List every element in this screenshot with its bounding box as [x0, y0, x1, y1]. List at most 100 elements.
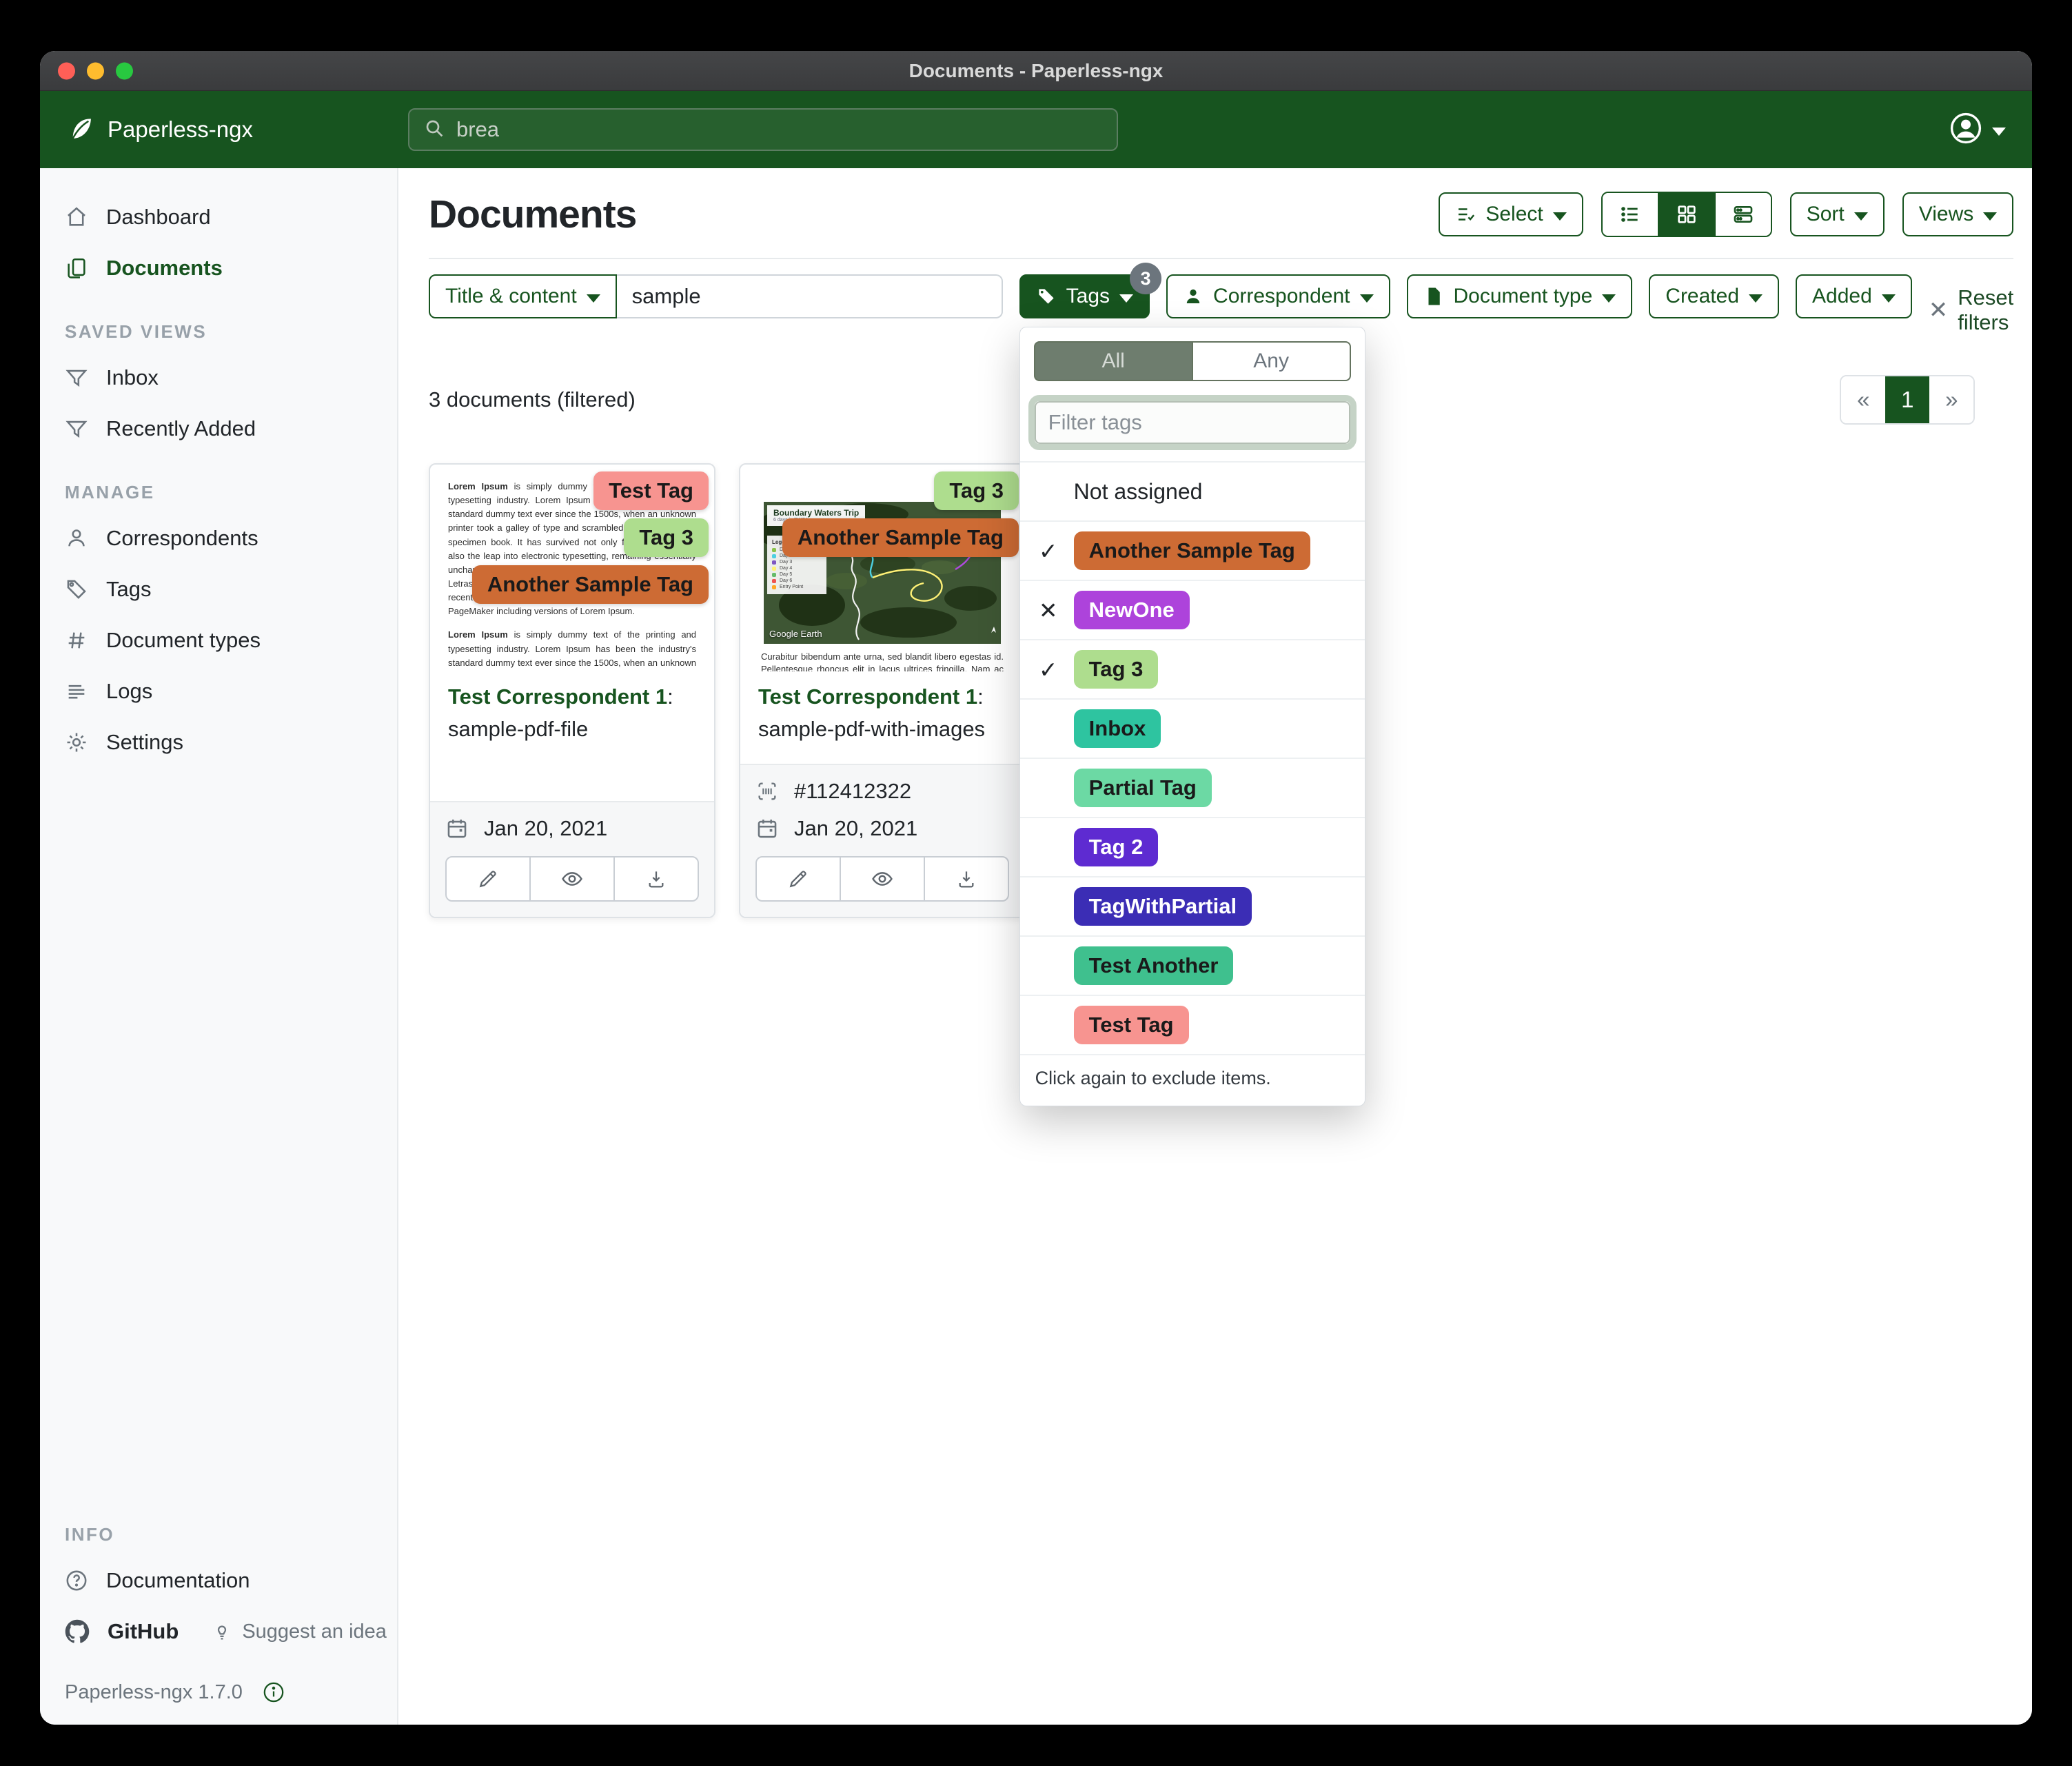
app-name: Paperless-ngx [108, 116, 253, 143]
pagination-next-button[interactable]: » [1929, 376, 1973, 423]
document-tag-pill[interactable]: Another Sample Tag [472, 565, 709, 604]
sidebar-item-tags[interactable]: Tags [40, 564, 397, 615]
document-card[interactable]: Test TagTag 3Another Sample Tag Lorem Ip… [429, 463, 715, 918]
view-grid-button[interactable] [1658, 193, 1714, 236]
view-document-button[interactable] [840, 857, 924, 900]
edit-document-button[interactable] [447, 857, 529, 900]
tag-option[interactable]: TagWithPartial [1020, 876, 1365, 935]
view-document-button[interactable] [529, 857, 613, 900]
filter-icon [65, 366, 88, 389]
tag-option[interactable]: Tag 2 [1020, 817, 1365, 876]
sidebar-item-documents[interactable]: Documents [40, 243, 397, 294]
added-filter-button[interactable]: Added [1796, 274, 1912, 318]
map-legend-row: Day 5 [772, 572, 822, 577]
sidebar-item-github[interactable]: GitHub [40, 1606, 179, 1657]
tag-option[interactable]: ✓Tag 3 [1020, 639, 1365, 698]
document-type-filter-button[interactable]: Document type [1407, 274, 1633, 318]
lightbulb-icon [212, 1621, 232, 1642]
tag-pill: Tag 3 [1074, 650, 1159, 689]
sidebar-item-dashboard[interactable]: Dashboard [40, 192, 397, 243]
manage-section-label: MANAGE [40, 454, 397, 513]
search-field-selector[interactable]: Title & content [429, 274, 617, 318]
global-search-input[interactable]: brea [408, 108, 1118, 151]
download-document-button[interactable] [613, 857, 698, 900]
sidebar-item-settings[interactable]: Settings [40, 717, 397, 768]
sidebar-item-recently-added[interactable]: Recently Added [40, 403, 397, 454]
sidebar-item-documentation[interactable]: Documentation [40, 1555, 397, 1606]
view-table-button[interactable] [1603, 193, 1658, 236]
tags-logic-toggle: All Any [1020, 341, 1365, 395]
chevron-down-icon [1119, 294, 1133, 303]
sidebar-item-logs[interactable]: Logs [40, 666, 397, 717]
tag-option[interactable]: Test Tag [1020, 995, 1365, 1054]
close-icon: ✕ [1929, 296, 1949, 324]
correspondent-filter-button[interactable]: Correspondent [1166, 274, 1390, 318]
main-content: Documents Select [398, 168, 2032, 1725]
window-title: Documents - Paperless-ngx [909, 60, 1164, 82]
sidebar-item-correspondents[interactable]: Correspondents [40, 513, 397, 564]
tag-option[interactable]: Test Another [1020, 935, 1365, 995]
document-count: 3 documents (filtered) [429, 387, 636, 412]
tag-option[interactable]: Inbox [1020, 698, 1365, 758]
select-button[interactable]: Select [1439, 192, 1583, 236]
document-tag-pill[interactable]: Test Tag [593, 471, 709, 510]
document-tag-pill[interactable]: Another Sample Tag [782, 518, 1019, 557]
document-tag-pill[interactable]: Tag 3 [624, 518, 709, 557]
suggest-idea-link[interactable]: Suggest an idea [212, 1621, 387, 1643]
account-menu[interactable] [1949, 112, 2006, 148]
pagination-page-1-button[interactable]: 1 [1885, 376, 1929, 423]
chevron-down-icon [1854, 212, 1868, 221]
zoom-window-button[interactable] [116, 62, 133, 79]
sidebar-item-inbox[interactable]: Inbox [40, 352, 397, 403]
brand[interactable]: Paperless-ngx [66, 114, 408, 146]
hash-icon [65, 629, 88, 652]
tags-filter-dropdown: All Any Filter tags Not assigned ✓Anothe… [1019, 327, 1365, 1106]
tag-option-not-assigned[interactable]: Not assigned [1020, 461, 1365, 520]
app-window: Documents - Paperless-ngx Paperless-ngx … [40, 51, 2032, 1725]
check-icon: ✓ [1034, 538, 1063, 565]
chevron-down-icon [1882, 294, 1896, 303]
document-title[interactable]: Test Correspondent 1: sample-pdf-file [430, 671, 714, 801]
document-card-footer: #112412322 Jan 20, 2021 [740, 764, 1024, 917]
tag-option[interactable]: Partial Tag [1020, 758, 1365, 817]
document-tag-pill[interactable]: Tag 3 [934, 471, 1019, 510]
filter-tags-input-focus-ring: Filter tags [1028, 395, 1357, 450]
chevron-down-icon [1602, 294, 1616, 303]
filter-tags-input[interactable]: Filter tags [1035, 401, 1350, 444]
sort-button[interactable]: Sort [1790, 192, 1885, 236]
eye-icon [560, 867, 584, 891]
filter-icon [65, 417, 88, 440]
pencil-icon [477, 868, 499, 890]
dropdown-footer-note: Click again to exclude items. [1020, 1054, 1365, 1106]
documents-icon [65, 256, 88, 280]
chevron-down-icon [1360, 294, 1374, 303]
tag-option[interactable]: ✕NewOne [1020, 580, 1365, 639]
tags-filter-button[interactable]: Tags 3 [1019, 274, 1150, 318]
tags-logic-any-button[interactable]: Any [1192, 341, 1351, 381]
minimize-window-button[interactable] [87, 62, 104, 79]
sidebar: Dashboard Documents SAVED VIEWS Inbox Re… [40, 168, 398, 1725]
search-field-group: Title & content sample [429, 274, 1003, 318]
created-filter-button[interactable]: Created [1649, 274, 1779, 318]
filter-query-input[interactable]: sample [617, 274, 1003, 318]
chevron-down-icon [1992, 128, 2006, 136]
edit-document-button[interactable] [757, 857, 840, 900]
reset-filters-button[interactable]: ✕ Reset filters [1929, 285, 2013, 335]
document-title[interactable]: Test Correspondent 1: sample-pdf-with-im… [740, 671, 1024, 764]
views-button[interactable]: Views [1902, 192, 2013, 236]
close-window-button[interactable] [58, 62, 75, 79]
pagination-prev-button[interactable]: « [1841, 376, 1885, 423]
chevron-down-icon [1983, 212, 1997, 221]
sidebar-item-document-types[interactable]: Document types [40, 615, 397, 666]
tag-pill: Partial Tag [1074, 769, 1212, 807]
view-detail-button[interactable] [1714, 193, 1771, 236]
download-document-button[interactable] [924, 857, 1008, 900]
document-card[interactable]: Tag 3 Another Sample Tag [739, 463, 1026, 918]
tags-logic-all-button[interactable]: All [1034, 341, 1192, 381]
page-title: Documents [429, 192, 636, 237]
chevron-down-icon [1553, 212, 1567, 221]
document-date: Jan 20, 2021 [445, 816, 699, 841]
tag-pill: Inbox [1074, 709, 1161, 748]
tag-option[interactable]: ✓Another Sample Tag [1020, 520, 1365, 580]
map-legend-row: Day 3 [772, 560, 822, 565]
